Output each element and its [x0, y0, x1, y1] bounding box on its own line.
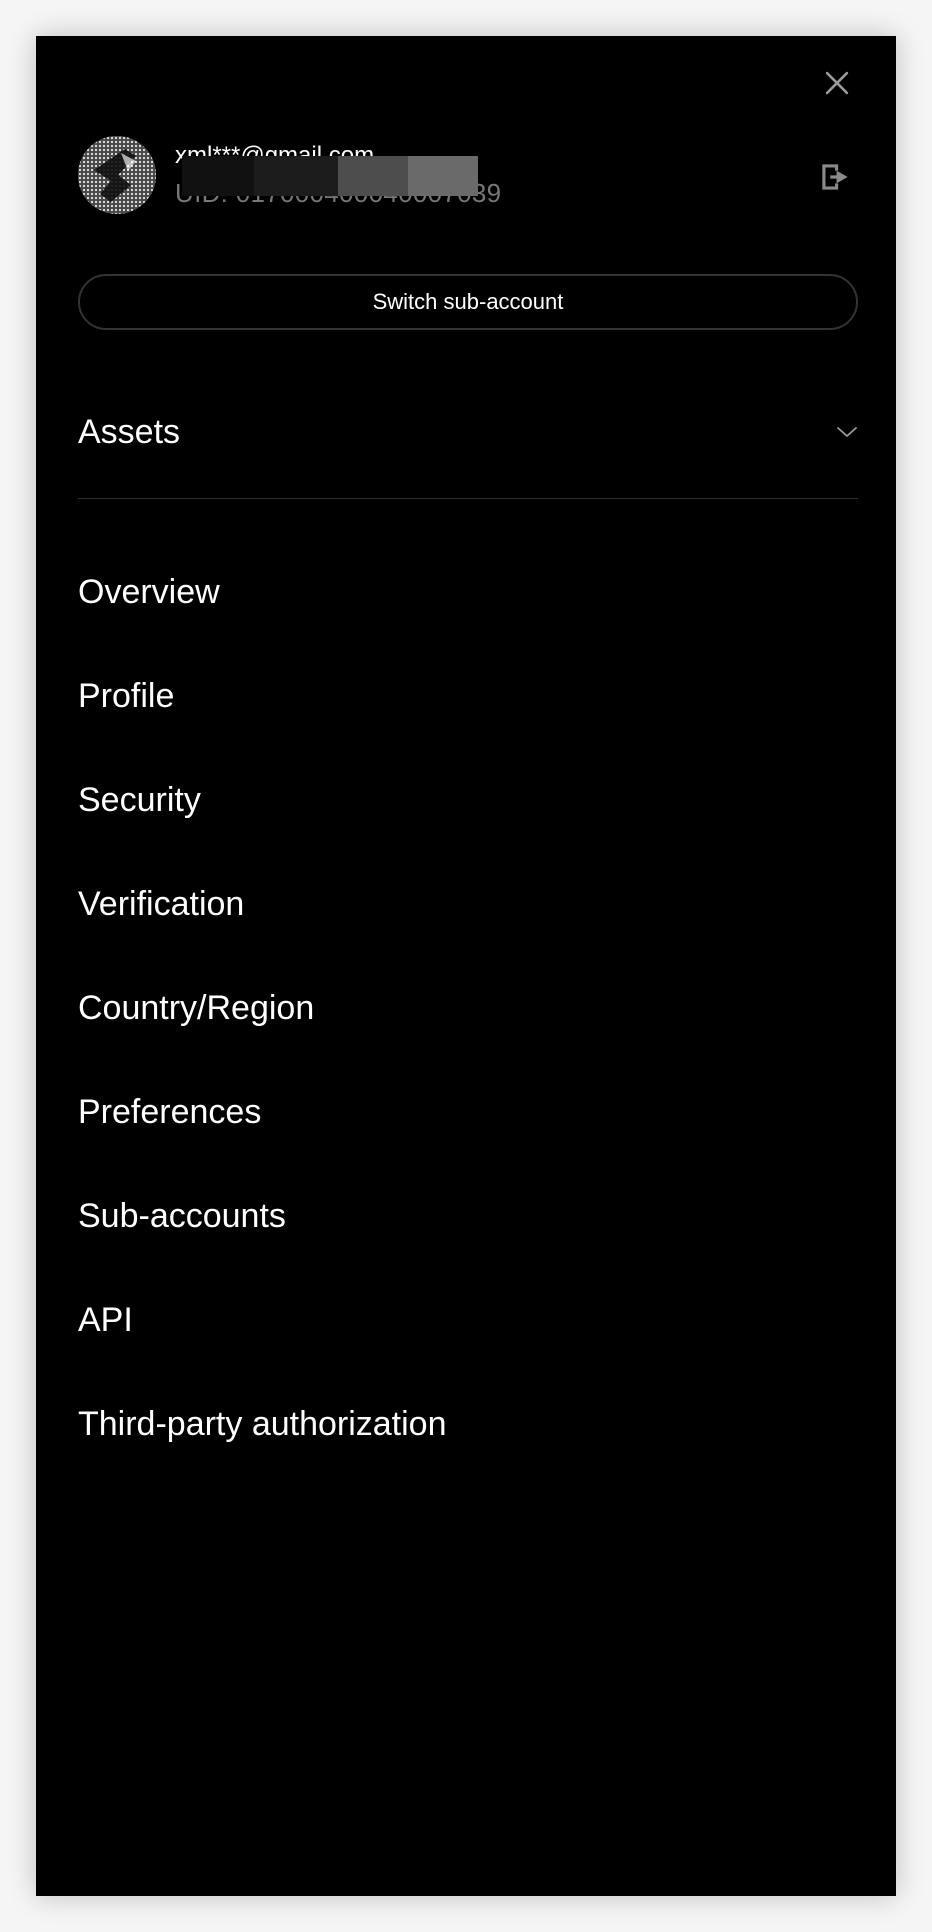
close-icon[interactable] — [820, 66, 854, 100]
menu-item-overview[interactable]: Overview — [78, 572, 858, 676]
user-uid: UID: 017000400040007039 — [175, 178, 502, 208]
avatar — [78, 136, 156, 214]
menu-item-verification[interactable]: Verification — [78, 884, 858, 988]
assets-label: Assets — [78, 412, 181, 451]
account-menu: Overview Profile Security Verification C… — [78, 572, 858, 1508]
user-email: xml***@gmail.com — [175, 142, 375, 169]
logout-icon[interactable] — [816, 158, 854, 196]
menu-item-api[interactable]: API — [78, 1300, 858, 1404]
menu-item-country-region[interactable]: Country/Region — [78, 988, 858, 1092]
menu-item-security[interactable]: Security — [78, 780, 858, 884]
account-drawer: xml***@gmail.com UID: 017000400040007039… — [36, 36, 896, 1896]
assets-section-toggle[interactable]: Assets — [78, 402, 858, 462]
chevron-down-icon — [836, 426, 858, 438]
switch-sub-account-button[interactable]: Switch sub-account — [78, 274, 858, 330]
menu-item-third-party-authorization[interactable]: Third-party authorization — [78, 1404, 858, 1508]
menu-item-preferences[interactable]: Preferences — [78, 1092, 858, 1196]
menu-item-profile[interactable]: Profile — [78, 676, 858, 780]
user-card: xml***@gmail.com UID: 017000400040007039 — [78, 136, 854, 218]
divider — [78, 498, 858, 499]
menu-item-sub-accounts[interactable]: Sub-accounts — [78, 1196, 858, 1300]
